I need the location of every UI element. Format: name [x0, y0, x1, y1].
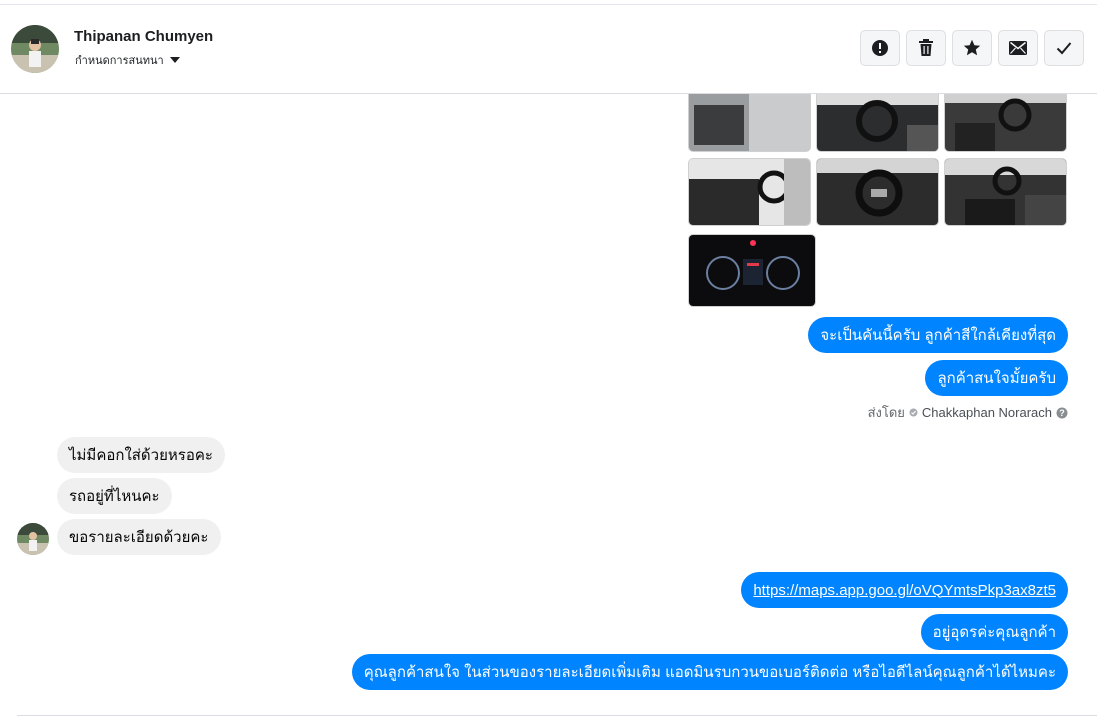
svg-text:?: ? [1059, 408, 1065, 418]
contact-avatar-small[interactable] [17, 523, 49, 555]
outgoing-message: ลูกค้าสนใจมั้ยครับ [925, 360, 1068, 396]
star-button[interactable] [952, 30, 992, 66]
photo-thumbnail[interactable] [944, 94, 1067, 152]
contact-name[interactable]: Thipanan Chumyen [74, 28, 213, 45]
message-thread: จะเป็นคันนี้ครับ ลูกค้าสีใกล้เคียงที่สุด… [0, 94, 1097, 716]
outgoing-message: จะเป็นคันนี้ครับ ลูกค้าสีใกล้เคียงที่สุด [808, 317, 1068, 353]
contact-avatar[interactable] [11, 25, 59, 73]
photo-thumbnail-dashboard[interactable] [688, 234, 816, 307]
incoming-message: ขอรายละเอียดด้วยคะ [57, 519, 221, 555]
verified-icon [909, 408, 918, 417]
conversation-header: Thipanan Chumyen กำหนดการสนทนา [0, 5, 1097, 94]
photo-thumbnail[interactable] [816, 158, 939, 226]
message-text: รถอยู่ที่ไหนคะ [69, 488, 160, 505]
delete-button[interactable] [906, 30, 946, 66]
message-text: ลูกค้าสนใจมั้ยครับ [937, 370, 1056, 387]
message-text: ไม่มีคอกใส่ด้วยหรอคะ [69, 447, 213, 464]
sent-by-prefix: ส่งโดย [867, 405, 905, 420]
message-text: ขอรายละเอียดด้วยคะ [69, 529, 209, 546]
message-text: จะเป็นคันนี้ครับ ลูกค้าสีใกล้เคียงที่สุด [820, 327, 1056, 344]
envelope-icon [1009, 41, 1027, 55]
help-icon[interactable]: ? [1056, 407, 1068, 419]
header-actions [860, 30, 1084, 66]
assign-conversation-dropdown[interactable]: กำหนดการสนทนา [75, 51, 180, 69]
trash-icon [919, 39, 933, 56]
incoming-message: ไม่มีคอกใส่ด้วยหรอคะ [57, 437, 225, 473]
message-text: คุณลูกค้าสนใจ ในส่วนของรายละเอียดเพิ่มเต… [363, 664, 1056, 681]
photo-thumbnail[interactable] [816, 94, 939, 152]
assign-label: กำหนดการสนทนา [75, 55, 164, 67]
sent-by-label: ส่งโดย Chakkaphan Norarach ? [868, 402, 1068, 423]
message-text: อยู่อุดรค่ะคุณลูกค้า [932, 624, 1056, 641]
photo-thumbnail[interactable] [944, 158, 1067, 226]
maps-link[interactable]: https://maps.app.goo.gl/oVQYmtsPkp3ax8zt… [753, 582, 1056, 599]
photo-thumbnail[interactable] [688, 94, 811, 152]
check-icon [1056, 42, 1072, 55]
chevron-down-icon [169, 57, 180, 63]
outgoing-message: คุณลูกค้าสนใจ ในส่วนของรายละเอียดเพิ่มเต… [351, 654, 1068, 690]
mark-unread-button[interactable] [998, 30, 1038, 66]
mark-done-button[interactable] [1044, 30, 1084, 66]
outgoing-message-link: https://maps.app.goo.gl/oVQYmtsPkp3ax8zt… [741, 572, 1068, 608]
report-spam-button[interactable] [860, 30, 900, 66]
alert-circle-icon [872, 40, 888, 56]
outgoing-message: อยู่อุดรค่ะคุณลูกค้า [920, 614, 1068, 650]
incoming-message: รถอยู่ที่ไหนคะ [57, 478, 172, 514]
sent-by-agent[interactable]: Chakkaphan Norarach [922, 405, 1052, 420]
star-icon [963, 39, 981, 56]
photo-thumbnail[interactable] [688, 158, 811, 226]
